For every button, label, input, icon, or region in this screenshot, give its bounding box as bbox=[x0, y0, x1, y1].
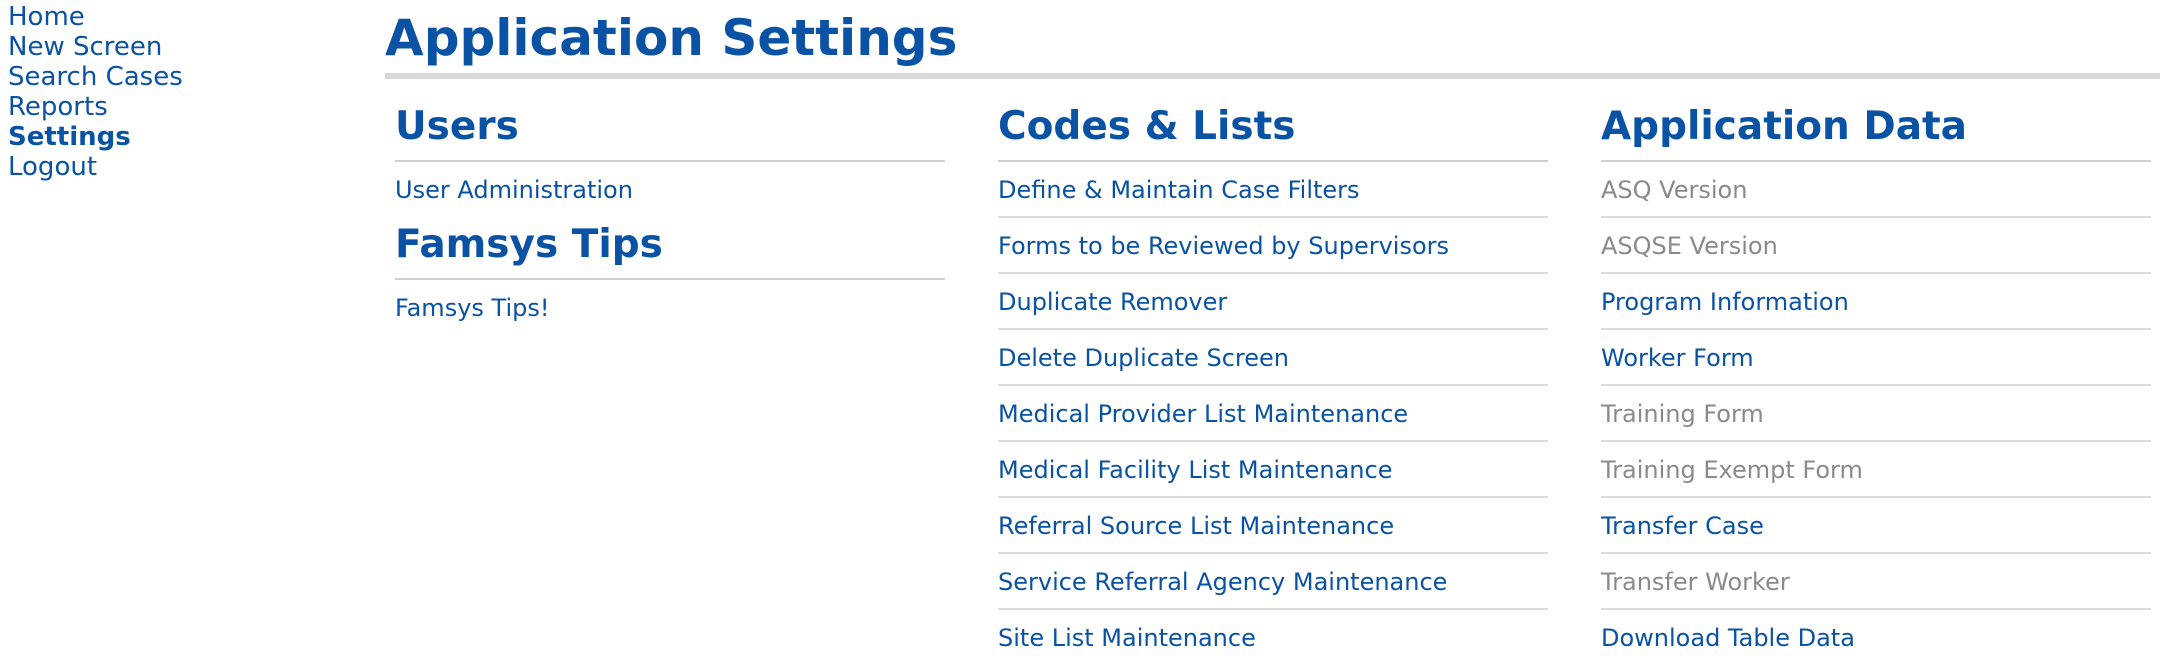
link-delete-duplicate-screen[interactable]: Delete Duplicate Screen bbox=[998, 330, 1548, 386]
link-duplicate-remover[interactable]: Duplicate Remover bbox=[998, 274, 1548, 330]
item-asqse-version: ASQSE Version bbox=[1601, 218, 2151, 274]
item-training-form: Training Form bbox=[1601, 386, 2151, 442]
nav-search-cases[interactable]: Search Cases bbox=[8, 62, 308, 92]
link-program-information[interactable]: Program Information bbox=[1601, 274, 2151, 330]
link-site-list[interactable]: Site List Maintenance bbox=[998, 610, 1548, 666]
column-users: Users User Administration Famsys Tips Fa… bbox=[395, 100, 945, 336]
title-divider bbox=[385, 73, 2160, 79]
link-forms-reviewed-supervisors[interactable]: Forms to be Reviewed by Supervisors bbox=[998, 218, 1548, 274]
page-title: Application Settings bbox=[385, 9, 958, 67]
nav-settings[interactable]: Settings bbox=[8, 122, 308, 152]
nav-new-screen[interactable]: New Screen bbox=[8, 32, 308, 62]
link-service-referral-agency[interactable]: Service Referral Agency Maintenance bbox=[998, 554, 1548, 610]
link-worker-form[interactable]: Worker Form bbox=[1601, 330, 2151, 386]
link-famsys-tips[interactable]: Famsys Tips! bbox=[395, 280, 945, 336]
link-medical-provider-list[interactable]: Medical Provider List Maintenance bbox=[998, 386, 1548, 442]
section-heading-application-data: Application Data bbox=[1601, 100, 2151, 162]
nav-home[interactable]: Home bbox=[8, 2, 308, 32]
nav-logout[interactable]: Logout bbox=[8, 152, 308, 182]
link-referral-source-list[interactable]: Referral Source List Maintenance bbox=[998, 498, 1548, 554]
item-asq-version: ASQ Version bbox=[1601, 162, 2151, 218]
section-heading-users: Users bbox=[395, 100, 945, 162]
item-training-exempt-form: Training Exempt Form bbox=[1601, 442, 2151, 498]
section-heading-famsys-tips: Famsys Tips bbox=[395, 218, 945, 280]
section-heading-codes-lists: Codes & Lists bbox=[998, 100, 1548, 162]
item-transfer-worker: Transfer Worker bbox=[1601, 554, 2151, 610]
link-download-table-data[interactable]: Download Table Data bbox=[1601, 610, 2151, 666]
column-codes-lists: Codes & Lists Define & Maintain Case Fil… bbox=[998, 100, 1548, 666]
link-transfer-case[interactable]: Transfer Case bbox=[1601, 498, 2151, 554]
left-nav: Home New Screen Search Cases Reports Set… bbox=[8, 2, 308, 182]
link-define-maintain-case-filters[interactable]: Define & Maintain Case Filters bbox=[998, 162, 1548, 218]
nav-reports[interactable]: Reports bbox=[8, 92, 308, 122]
column-application-data: Application Data ASQ Version ASQSE Versi… bbox=[1601, 100, 2151, 666]
link-user-administration[interactable]: User Administration bbox=[395, 162, 945, 218]
link-medical-facility-list[interactable]: Medical Facility List Maintenance bbox=[998, 442, 1548, 498]
main-content: Application Settings Users User Administ… bbox=[385, 0, 2160, 666]
